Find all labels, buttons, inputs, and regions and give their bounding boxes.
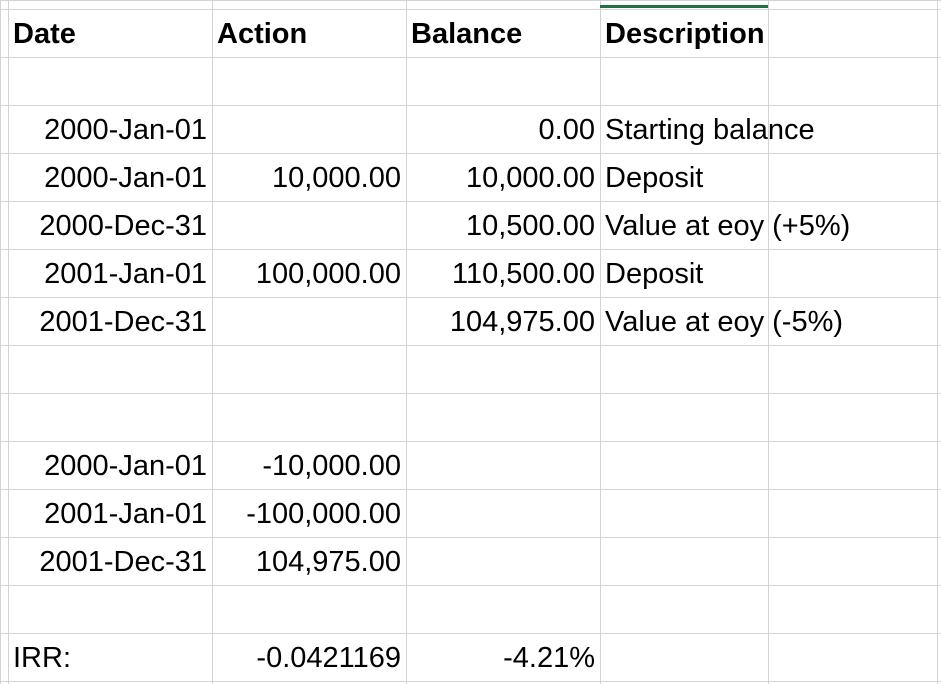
gridline	[937, 0, 938, 684]
row3-date-cell[interactable]: 2000-Dec-31	[8, 203, 212, 250]
row4-action-cell[interactable]: 100,000.00	[212, 251, 406, 298]
row1-action-cell[interactable]	[212, 107, 406, 154]
row1-description-cell[interactable]: Starting balance	[600, 107, 937, 154]
gridline	[0, 441, 941, 442]
irr-percent-cell[interactable]: -4.21%	[406, 635, 600, 682]
cashflow1-amount-cell[interactable]: -10,000.00	[212, 443, 406, 490]
row5-action-cell[interactable]	[212, 299, 406, 346]
row2-description-cell[interactable]: Deposit	[600, 155, 937, 202]
active-cell-indicator	[600, 5, 768, 8]
row2-balance-cell[interactable]: 10,000.00	[406, 155, 600, 202]
cashflow2-amount-cell[interactable]: -100,000.00	[212, 491, 406, 538]
row5-balance-cell[interactable]: 104,975.00	[406, 299, 600, 346]
row3-balance-cell[interactable]: 10,500.00	[406, 203, 600, 250]
row5-date-cell[interactable]: 2001-Dec-31	[8, 299, 212, 346]
header-action-cell[interactable]: Action	[212, 11, 406, 58]
row4-balance-cell[interactable]: 110,500.00	[406, 251, 600, 298]
row1-date-cell[interactable]: 2000-Jan-01	[8, 107, 212, 154]
header-description-cell[interactable]: Description	[600, 11, 937, 58]
spreadsheet-grid[interactable]: Date Action Balance Description 2000-Jan…	[0, 0, 941, 684]
row3-action-cell[interactable]	[212, 203, 406, 250]
gridline	[0, 105, 941, 106]
cashflow3-date-cell[interactable]: 2001-Dec-31	[8, 539, 212, 586]
gridline	[0, 633, 941, 634]
header-balance-cell[interactable]: Balance	[406, 11, 600, 58]
row4-description-cell[interactable]: Deposit	[600, 251, 937, 298]
cashflow2-date-cell[interactable]: 2001-Jan-01	[8, 491, 212, 538]
irr-label-cell[interactable]: IRR:	[8, 635, 212, 682]
header-date-cell[interactable]: Date	[8, 11, 212, 58]
cashflow3-amount-cell[interactable]: 104,975.00	[212, 539, 406, 586]
row4-date-cell[interactable]: 2001-Jan-01	[8, 251, 212, 298]
row2-date-cell[interactable]: 2000-Jan-01	[8, 155, 212, 202]
irr-value-cell[interactable]: -0.0421169	[212, 635, 406, 682]
gridline	[0, 9, 941, 10]
row2-action-cell[interactable]: 10,000.00	[212, 155, 406, 202]
row5-description-cell[interactable]: Value at eoy (-5%)	[600, 299, 937, 346]
row3-description-cell[interactable]: Value at eoy (+5%)	[600, 203, 937, 250]
cashflow1-date-cell[interactable]: 2000-Jan-01	[8, 443, 212, 490]
gridline	[0, 393, 941, 394]
row1-balance-cell[interactable]: 0.00	[406, 107, 600, 154]
